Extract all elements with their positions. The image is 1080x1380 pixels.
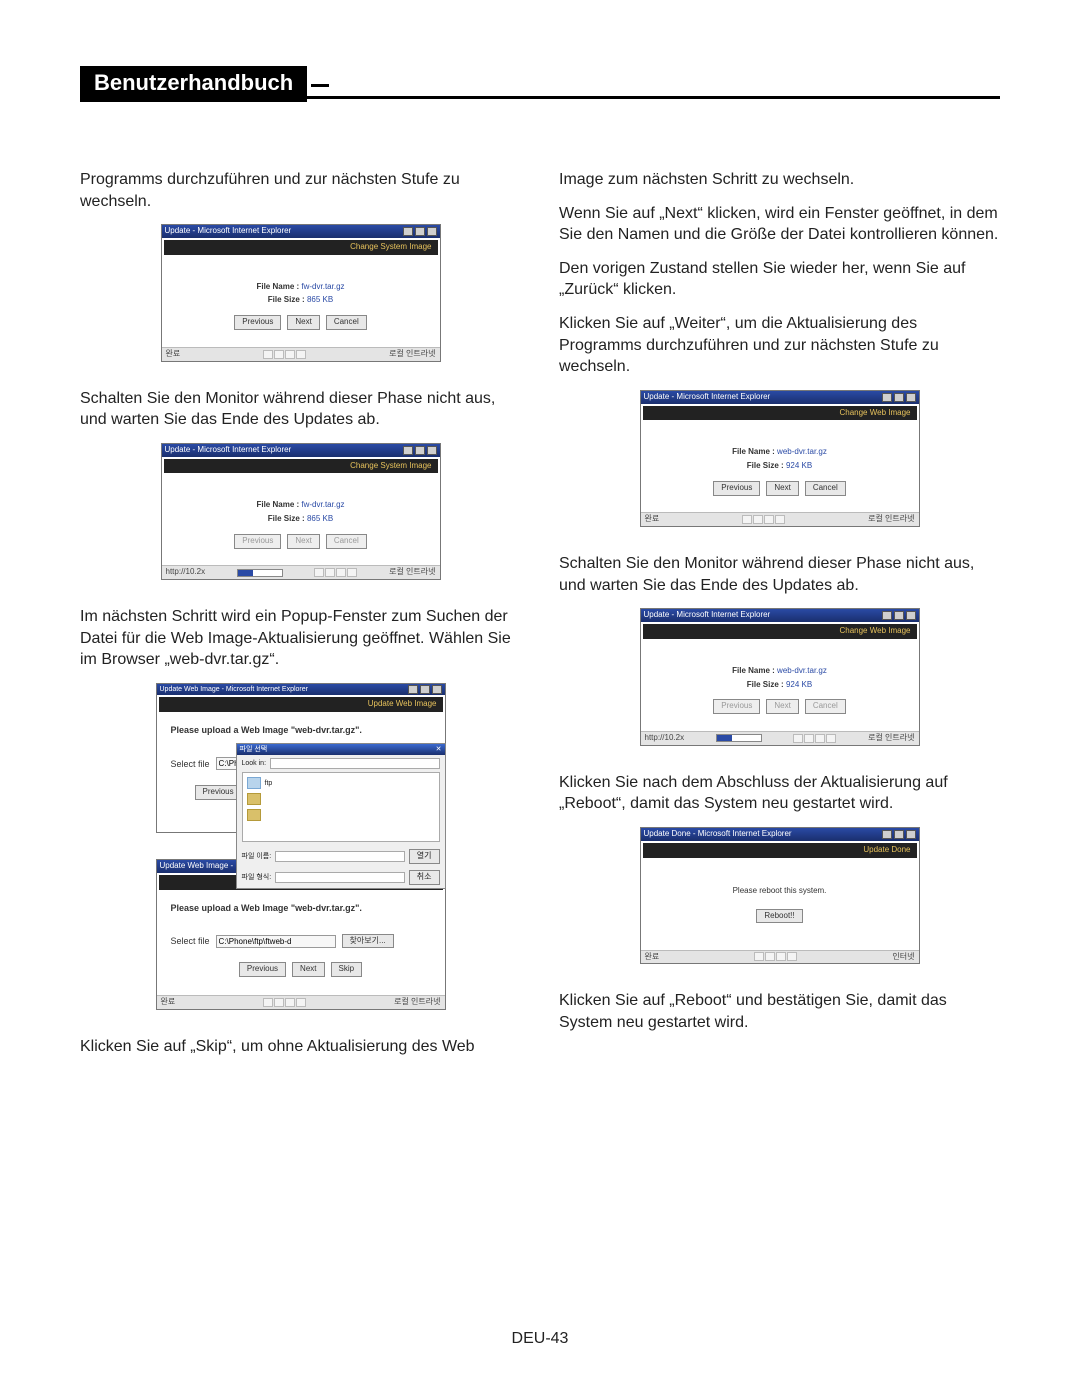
file-name: fw-dvr.tar.gz [301, 282, 344, 291]
select-file-input[interactable] [216, 935, 336, 948]
folder-icon [247, 793, 261, 805]
reboot-message: Please reboot this system. [733, 886, 827, 897]
window-titlebar: Update - Microsoft Internet Explorer [162, 444, 440, 457]
left-column: Programms durchzuführen und zur nächsten… [80, 169, 521, 1070]
right-column: Image zum nächsten Schritt zu wechseln. … [559, 169, 1000, 1070]
cancel-button[interactable]: Cancel [326, 315, 367, 330]
window-titlebar: Update - Microsoft Internet Explorer [162, 225, 440, 238]
folder-icon [247, 777, 261, 789]
header-rule [80, 96, 1000, 99]
left-p1: Programms durchzuführen und zur nächsten… [80, 169, 521, 212]
file-size: 865 KB [307, 295, 333, 304]
upload-prompt: Please upload a Web Image "web-dvr.tar.g… [171, 724, 431, 736]
left-p4: Klicken Sie auf „Skip“, um ohne Aktualis… [80, 1036, 521, 1058]
cancel-button: Cancel [326, 534, 367, 549]
next-button[interactable]: Next [287, 315, 319, 330]
close-icon[interactable]: ✕ [436, 745, 442, 754]
fig-change-system-1: Update - Microsoft Internet Explorer Cha… [161, 224, 441, 361]
fig-change-system-2: Update - Microsoft Internet Explorer Cha… [161, 443, 441, 580]
select-file-label: Select file [171, 758, 210, 770]
folder-icon [247, 809, 261, 821]
fig-change-web-2: Update - Microsoft Internet Explorer Cha… [640, 608, 920, 745]
cancel-button[interactable]: 취소 [409, 870, 440, 885]
status-done: 완료 [166, 349, 181, 360]
window-title: Update - Microsoft Internet Explorer [165, 226, 292, 237]
next-button: Next [287, 534, 319, 549]
open-button[interactable]: 열기 [409, 849, 440, 864]
status-zone: 로컬 인트라넷 [389, 349, 435, 360]
window-controls[interactable] [403, 227, 437, 236]
reboot-button[interactable]: Reboot!! [756, 909, 802, 924]
fig-upload-filedialog: Update Web Image - Microsoft Internet Ex… [156, 683, 446, 833]
fig-update-done: Update Done - Microsoft Internet Explore… [640, 827, 920, 964]
left-p2: Schalten Sie den Monitor während dieser … [80, 388, 521, 431]
lookin-combo[interactable] [270, 758, 439, 769]
left-p3: Im nächsten Schritt wird ein Popup-Fenst… [80, 606, 521, 671]
page-title: Benutzerhandbuch [94, 70, 293, 95]
previous-button: Previous [234, 534, 281, 549]
file-list-pane[interactable]: ftp [242, 772, 440, 842]
window-banner: Change System Image [164, 240, 438, 255]
previous-button[interactable]: Previous [234, 315, 281, 330]
page-number: DEU-43 [0, 1330, 1080, 1348]
fig-change-web-1: Update - Microsoft Internet Explorer Cha… [640, 390, 920, 527]
file-open-dialog: 파일 선택✕ Look in: ftp 파일 이름:열기 파일 형식:취소 [236, 743, 446, 889]
